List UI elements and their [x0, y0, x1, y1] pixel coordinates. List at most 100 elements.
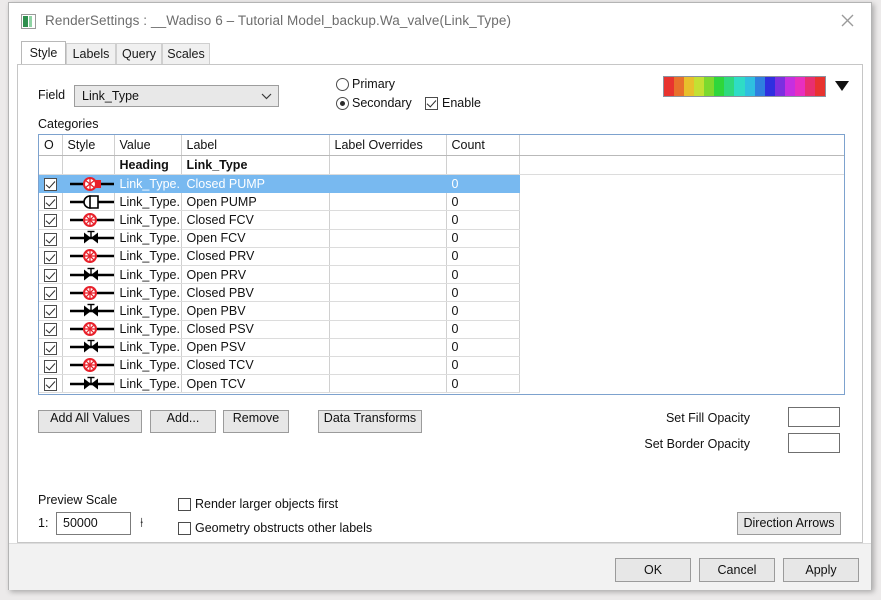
chevron-down-icon[interactable] [834, 80, 850, 92]
row-count-cell[interactable]: 0 [446, 301, 520, 321]
col-header-o[interactable]: O [39, 135, 63, 156]
row-overrides-cell[interactable] [329, 265, 447, 285]
table-row[interactable]: Link_Type... Closed PBV 0 [39, 283, 844, 303]
row-label-cell[interactable]: Open FCV [181, 229, 330, 248]
row-value-cell[interactable]: Link_Type... [114, 192, 182, 212]
row-value-cell[interactable]: Link_Type... [114, 265, 182, 285]
row-label-cell[interactable]: Closed TCV [181, 356, 330, 376]
table-row[interactable]: Link_Type... Closed PRV 0 [39, 247, 844, 266]
table-row[interactable]: Link_Type... Open PUMP 0 [39, 192, 844, 212]
scale-lock-icon[interactable]: ⍿ [140, 515, 143, 531]
row-overrides-cell[interactable] [329, 320, 447, 339]
field-select[interactable]: Link_Type [74, 85, 279, 107]
row-label-cell[interactable]: Open PBV [181, 301, 330, 321]
row-value-cell[interactable]: Link_Type... [114, 356, 182, 376]
row-overrides-cell[interactable] [329, 229, 447, 248]
row-count-cell[interactable]: 0 [446, 265, 520, 285]
row-enable-checkbox[interactable] [39, 283, 63, 303]
row-label-cell[interactable]: Open TCV [181, 374, 330, 394]
table-row[interactable]: Link_Type... Closed FCV 0 [39, 210, 844, 230]
row-value-cell[interactable]: Link_Type... [114, 320, 182, 339]
row-label-cell[interactable]: Closed FCV [181, 210, 330, 230]
row-overrides-cell[interactable] [329, 374, 447, 394]
row-overrides-cell[interactable] [329, 338, 447, 357]
row-style-cell[interactable] [62, 192, 115, 212]
row-value-cell[interactable]: Link_Type... [114, 283, 182, 303]
apply-button[interactable]: Apply [783, 558, 859, 582]
row-label-cell[interactable]: Closed PSV [181, 320, 330, 339]
remove-button[interactable]: Remove [223, 410, 289, 433]
table-row[interactable]: Link_Type... Open PSV 0 [39, 338, 844, 357]
row-value-cell[interactable]: Link_Type... [114, 338, 182, 357]
table-row[interactable]: Link_Type... Closed PUMP 0 [39, 174, 844, 194]
cancel-button[interactable]: Cancel [699, 558, 775, 582]
add-button[interactable]: Add... [150, 410, 216, 433]
row-label-cell[interactable]: Open PUMP [181, 192, 330, 212]
row-overrides-cell[interactable] [329, 247, 447, 266]
row-enable-checkbox[interactable] [39, 320, 63, 339]
close-button[interactable] [825, 3, 871, 35]
col-header-label[interactable]: Label [181, 135, 330, 156]
tab-query[interactable]: Query [116, 43, 162, 64]
row-overrides-cell[interactable] [329, 192, 447, 212]
row-value-cell[interactable]: Link_Type... [114, 247, 182, 266]
preview-scale-input[interactable]: 50000 [56, 512, 131, 535]
row-overrides-cell[interactable] [329, 356, 447, 376]
row-enable-checkbox[interactable] [39, 356, 63, 376]
row-value-cell[interactable]: Link_Type... [114, 229, 182, 248]
row-overrides-cell[interactable] [329, 210, 447, 230]
row-style-cell[interactable] [62, 265, 115, 285]
row-enable-checkbox[interactable] [39, 247, 63, 266]
col-header-value[interactable]: Value [114, 135, 182, 156]
set-border-opacity-input[interactable] [788, 433, 840, 453]
row-count-cell[interactable]: 0 [446, 338, 520, 357]
tab-style[interactable]: Style [21, 41, 66, 64]
data-transforms-button[interactable]: Data Transforms [318, 410, 422, 433]
row-style-cell[interactable] [62, 374, 115, 394]
row-count-cell[interactable]: 0 [446, 356, 520, 376]
row-count-cell[interactable]: 0 [446, 283, 520, 303]
tab-scales[interactable]: Scales [162, 43, 210, 64]
row-enable-checkbox[interactable] [39, 229, 63, 248]
add-all-values-button[interactable]: Add All Values [38, 410, 142, 433]
table-row[interactable]: Link_Type... Open TCV 0 [39, 374, 844, 394]
row-enable-checkbox[interactable] [39, 301, 63, 321]
col-header-count[interactable]: Count [446, 135, 520, 156]
row-value-cell[interactable]: Link_Type... [114, 174, 182, 194]
row-overrides-cell[interactable] [329, 301, 447, 321]
row-overrides-cell[interactable] [329, 283, 447, 303]
col-header-label-overrides[interactable]: Label Overrides [329, 135, 447, 156]
row-style-cell[interactable] [62, 229, 115, 248]
table-row[interactable]: Link_Type... Open PBV 0 [39, 301, 844, 321]
row-count-cell[interactable]: 0 [446, 192, 520, 212]
categories-table-container[interactable]: O Style Value Label Label Overrides Coun… [38, 134, 845, 395]
row-label-cell[interactable]: Closed PBV [181, 283, 330, 303]
row-enable-checkbox[interactable] [39, 210, 63, 230]
row-label-cell[interactable]: Closed PUMP [181, 174, 330, 194]
row-style-cell[interactable] [62, 338, 115, 357]
row-count-cell[interactable]: 0 [446, 320, 520, 339]
table-row[interactable]: Link_Type... Open FCV 0 [39, 229, 844, 248]
row-count-cell[interactable]: 0 [446, 374, 520, 394]
row-count-cell[interactable]: 0 [446, 174, 520, 194]
set-fill-opacity-input[interactable] [788, 407, 840, 427]
row-value-cell[interactable]: Link_Type... [114, 301, 182, 321]
row-style-cell[interactable] [62, 247, 115, 266]
row-count-cell[interactable]: 0 [446, 229, 520, 248]
row-overrides-cell[interactable] [329, 174, 447, 194]
tab-labels[interactable]: Labels [66, 43, 116, 64]
table-row[interactable]: Link_Type... Closed PSV 0 [39, 320, 844, 339]
row-enable-checkbox[interactable] [39, 192, 63, 212]
row-style-cell[interactable] [62, 174, 115, 194]
row-label-cell[interactable]: Open PRV [181, 265, 330, 285]
table-heading-row[interactable]: Heading Link_Type [39, 155, 844, 175]
table-row[interactable]: Link_Type... Open PRV 0 [39, 265, 844, 285]
row-style-cell[interactable] [62, 210, 115, 230]
row-label-cell[interactable]: Closed PRV [181, 247, 330, 266]
row-style-cell[interactable] [62, 356, 115, 376]
ok-button[interactable]: OK [615, 558, 691, 582]
direction-arrows-button[interactable]: Direction Arrows [737, 512, 841, 535]
row-enable-checkbox[interactable] [39, 374, 63, 394]
row-style-cell[interactable] [62, 301, 115, 321]
row-enable-checkbox[interactable] [39, 174, 63, 194]
